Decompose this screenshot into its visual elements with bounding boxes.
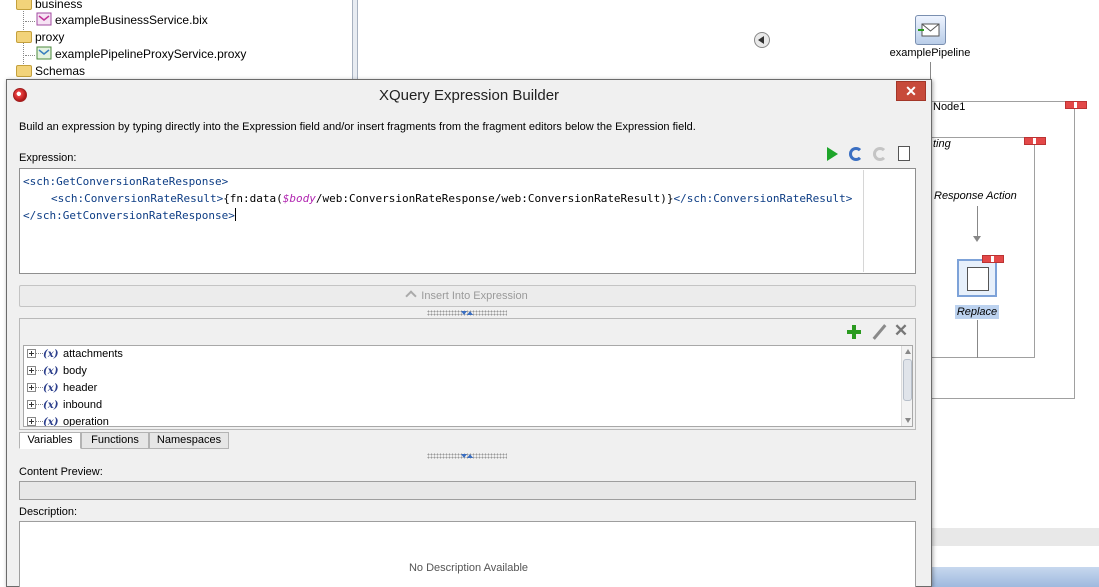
expression-editor[interactable]: <sch:GetConversionRateResponse> <sch:Con… (19, 168, 916, 274)
scroll-down-icon[interactable] (905, 418, 911, 423)
replace-flag-icon (982, 255, 1004, 263)
folder-icon (16, 65, 32, 77)
expression-line-2: <sch:ConversionRateResult>{fn:data($body… (51, 192, 853, 205)
folder-icon (16, 31, 32, 43)
replace-label: Replace (955, 305, 999, 319)
close-button[interactable]: ✕ (896, 81, 926, 101)
variables-tree: (x) attachments (x) body (x) header (x) inbo… (23, 345, 913, 427)
scroll-up-icon[interactable] (905, 349, 911, 354)
pipeline-icon[interactable] (915, 15, 946, 45)
tab-functions[interactable]: Functions (81, 432, 149, 449)
clear-button[interactable] (895, 145, 913, 163)
splitter-handle[interactable] (427, 310, 507, 316)
expression-label: Expression: (19, 152, 77, 164)
expand-icon[interactable] (27, 383, 36, 392)
expression-line-3: </sch:GetConversionRateResponse> (23, 208, 236, 222)
variable-icon: (x) (43, 400, 59, 411)
node-label: Node1 (933, 101, 966, 113)
pipeline-label: examplePipeline (889, 47, 971, 59)
tree-item-business-service[interactable]: exampleBusinessService.bix (36, 12, 208, 29)
project-tree: business exampleBusinessService.bix prox… (0, 0, 360, 80)
action-label: Response Action (934, 190, 1017, 202)
folder-icon (16, 0, 32, 10)
xquery-expression-builder-dialog: XQuery Expression Builder ✕ Build an exp… (6, 79, 932, 587)
tree-item-schemas[interactable]: Schemas (16, 63, 85, 80)
redo-button[interactable] (871, 145, 889, 163)
proxy-service-icon (36, 46, 52, 60)
tab-namespaces[interactable]: Namespaces (149, 432, 229, 449)
description-box: No Description Available (19, 521, 916, 587)
variable-attachments[interactable]: (x) attachments (27, 346, 123, 363)
variable-inbound[interactable]: (x) inbound (27, 397, 102, 414)
scroll-thumb[interactable] (903, 359, 912, 401)
variable-icon: (x) (43, 349, 59, 360)
stage-label: ting (933, 138, 951, 150)
collapse-toggle-icon (461, 309, 473, 317)
variable-operation[interactable]: (x) operation (27, 414, 109, 427)
dialog-title-bar[interactable]: XQuery Expression Builder ✕ (7, 80, 931, 110)
business-service-icon (36, 12, 52, 26)
intro-text: Build an expression by typing directly i… (19, 121, 696, 133)
variable-header[interactable]: (x) header (27, 380, 97, 397)
insert-into-expression-button[interactable]: Insert Into Expression (19, 285, 916, 307)
stage-flag-icon (1024, 137, 1046, 145)
expand-icon[interactable] (27, 417, 36, 426)
description-text: No Description Available (408, 562, 529, 574)
stage-box[interactable] (930, 137, 1035, 358)
fragment-editor-panel: ✕ (x) attachments (x) body (x) header (x) in… (19, 318, 916, 430)
expand-icon[interactable] (27, 400, 36, 409)
variable-body[interactable]: (x) body (27, 363, 87, 380)
collapse-arrow-icon[interactable] (754, 32, 770, 48)
dialog-title: XQuery Expression Builder (378, 87, 560, 104)
tab-variables[interactable]: Variables (19, 432, 81, 449)
content-preview-label: Content Preview: (19, 466, 103, 478)
chevron-up-icon (405, 290, 417, 302)
content-preview-box (19, 481, 916, 500)
delete-icon[interactable]: ✕ (893, 322, 909, 339)
undo-button[interactable] (847, 145, 865, 163)
variable-icon: (x) (43, 417, 59, 427)
expand-icon[interactable] (27, 349, 36, 358)
expand-icon[interactable] (27, 366, 36, 375)
expression-line-1: <sch:GetConversionRateResponse> (23, 175, 229, 188)
redo-icon (873, 147, 887, 161)
new-document-icon (898, 146, 910, 161)
replace-action-icon[interactable] (957, 259, 997, 297)
canvas-status-area (932, 528, 1099, 546)
undo-icon (849, 147, 863, 161)
variable-icon: (x) (43, 366, 59, 377)
canvas-bottom-bar (932, 567, 1099, 587)
node-flag-icon (1065, 101, 1087, 109)
collapse-toggle-icon (461, 452, 473, 460)
vertical-scrollbar[interactable] (901, 346, 912, 426)
tree-item-proxy-service[interactable]: examplePipelineProxyService.proxy (36, 46, 246, 63)
run-button[interactable] (823, 145, 841, 163)
splitter-handle[interactable] (427, 453, 507, 459)
variable-icon: (x) (43, 383, 59, 394)
tree-item-proxy[interactable]: proxy (16, 29, 64, 46)
text-caret (234, 208, 236, 221)
add-icon[interactable] (846, 324, 862, 340)
edit-icon[interactable] (871, 324, 887, 340)
description-label: Description: (19, 506, 78, 518)
